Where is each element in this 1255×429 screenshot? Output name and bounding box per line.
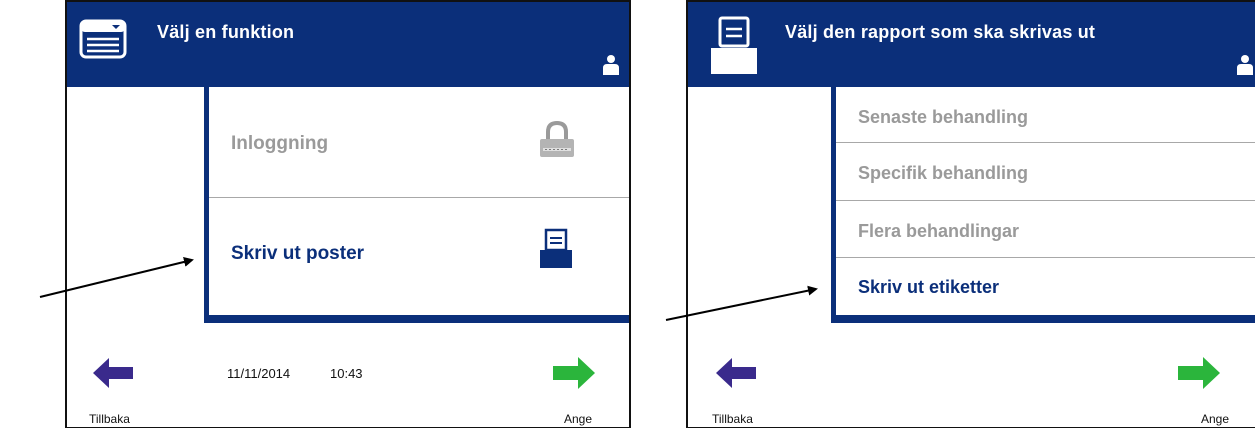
menu-item-print-labels[interactable]: Skriv ut etiketter xyxy=(836,258,1255,315)
page-title: Välj den rapport som ska skrivas ut xyxy=(785,22,1096,42)
function-menu: Inloggning Skriv ut poster xyxy=(204,87,629,323)
screen-select-report: Välj den rapport som ska skrivas ut Sena… xyxy=(686,0,1255,428)
next-arrow-icon[interactable] xyxy=(551,354,597,397)
printer-icon xyxy=(710,16,758,79)
menu-item-print-records[interactable]: Skriv ut poster xyxy=(209,198,629,315)
lock-icon xyxy=(537,119,577,168)
menu-item-latest-treatment[interactable]: Senaste behandling xyxy=(836,87,1255,143)
menu-item-label: Flera behandlingar xyxy=(858,221,1020,241)
menu-item-label: Inloggning xyxy=(231,133,329,154)
menu-item-label: Skriv ut etiketter xyxy=(858,277,1000,297)
back-label[interactable]: Tillbaka xyxy=(712,412,753,426)
back-arrow-icon[interactable] xyxy=(91,355,135,396)
menu-item-multiple-treatments[interactable]: Flera behandlingar xyxy=(836,201,1255,258)
time-display: 10:43 xyxy=(330,366,363,381)
menu-item-label: Skriv ut poster xyxy=(231,243,365,264)
header-bar: Välj den rapport som ska skrivas ut xyxy=(688,2,1255,87)
next-arrow-icon[interactable] xyxy=(1176,354,1222,397)
menu-item-label: Specifik behandling xyxy=(858,163,1029,183)
page-title: Välj en funktion xyxy=(157,22,295,42)
user-icon[interactable] xyxy=(602,54,620,81)
menu-item-login[interactable]: Inloggning xyxy=(209,87,629,198)
date-display: 11/11/2014 xyxy=(227,366,291,381)
report-menu: Senaste behandling Specifik behandling F… xyxy=(831,87,1255,323)
menu-item-label: Senaste behandling xyxy=(858,107,1029,127)
user-icon[interactable] xyxy=(1236,54,1254,81)
back-label[interactable]: Tillbaka xyxy=(89,412,130,426)
back-arrow-icon[interactable] xyxy=(714,355,758,396)
enter-label[interactable]: Ange xyxy=(564,412,592,426)
screen-select-function: Välj en funktion Inloggning Skriv ut pos… xyxy=(65,0,631,428)
printer-icon xyxy=(539,228,573,275)
menu-item-specific-treatment[interactable]: Specifik behandling xyxy=(836,143,1255,201)
enter-label[interactable]: Ange xyxy=(1201,412,1229,426)
menu-card-icon xyxy=(79,19,127,64)
header-bar: Välj en funktion xyxy=(67,2,629,87)
